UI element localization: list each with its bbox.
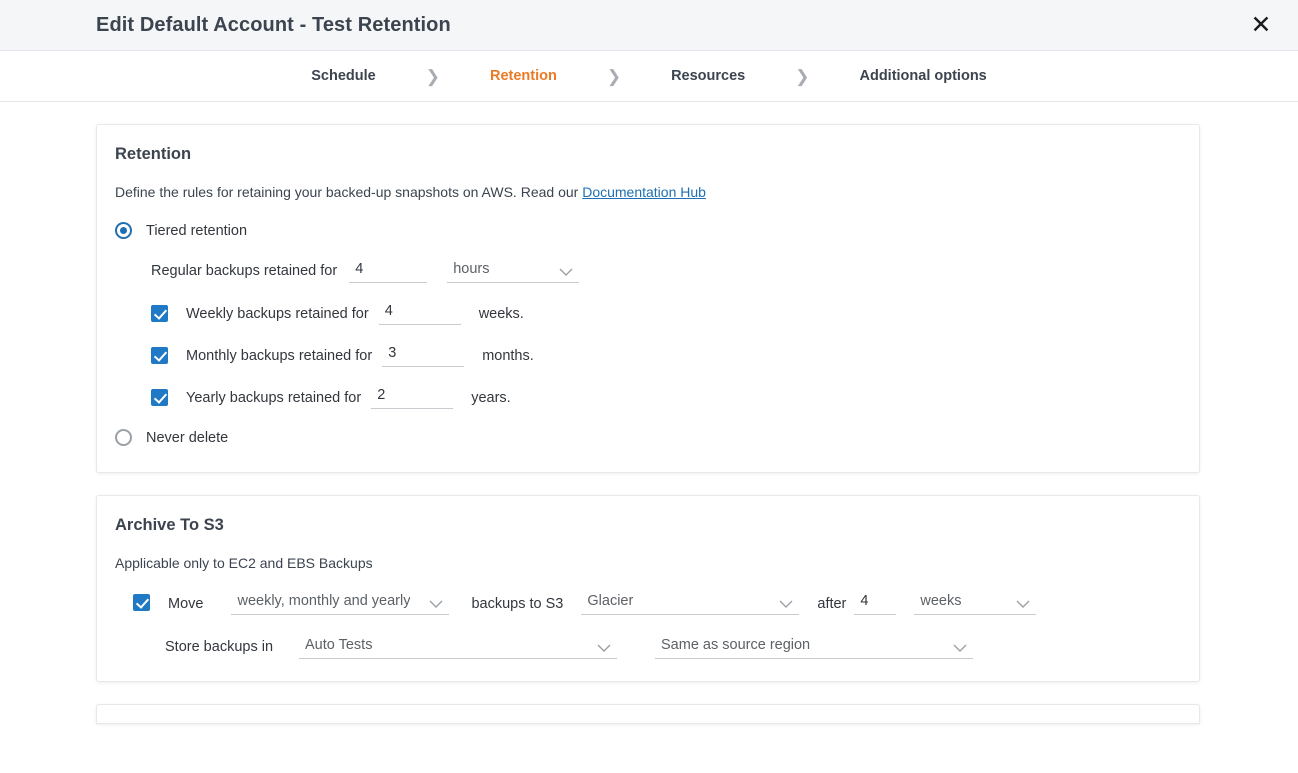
chevron-down-icon <box>779 600 793 609</box>
radio-tiered-retention-icon[interactable] <box>115 222 132 239</box>
tab-additional-options[interactable]: Additional options <box>845 68 1000 84</box>
chevron-right-icon: ❯ <box>606 66 622 86</box>
page-body: Retention Define the rules for retaining… <box>0 102 1298 773</box>
archive-backups-to-s3-label: backups to S3 <box>471 596 564 612</box>
archive-move-row: Move weekly, monthly and yearly backups … <box>115 591 1177 615</box>
archive-store-row: Store backups in Auto Tests Same as sour… <box>115 635 1177 659</box>
regular-backups-unit-select[interactable]: hours <box>447 259 580 283</box>
retention-description: Define the rules for retaining your back… <box>115 184 1177 200</box>
tab-retention[interactable]: Retention <box>476 68 571 84</box>
wizard-breadcrumb: Schedule ❯ Retention ❯ Resources ❯ Addit… <box>0 51 1298 102</box>
regular-backups-unit-value: hours <box>453 261 490 277</box>
archive-description: Applicable only to EC2 and EBS Backups <box>115 555 373 571</box>
archive-move-label: Move <box>168 596 204 612</box>
retention-card: Retention Define the rules for retaining… <box>96 124 1200 473</box>
tab-schedule[interactable]: Schedule <box>297 68 389 84</box>
archive-bucket-select[interactable]: Auto Tests <box>299 635 618 659</box>
yearly-backups-unit: years. <box>471 390 511 406</box>
chevron-down-icon <box>953 644 967 653</box>
monthly-backups-value-input[interactable] <box>382 343 465 367</box>
tab-resources[interactable]: Resources <box>657 68 759 84</box>
monthly-backups-row: Monthly backups retained for months. <box>115 343 1177 367</box>
archive-after-unit-select[interactable]: weeks <box>914 591 1037 615</box>
archive-card: Archive To S3 Applicable only to EC2 and… <box>96 495 1200 682</box>
archive-store-label: Store backups in <box>165 639 274 655</box>
yearly-backups-row: Yearly backups retained for years. <box>115 385 1177 409</box>
never-delete-label: Never delete <box>146 429 229 446</box>
archive-after-unit-value: weeks <box>920 593 962 609</box>
chevron-down-icon <box>559 268 573 277</box>
yearly-backups-value-input[interactable] <box>371 385 454 409</box>
chevron-down-icon <box>429 600 443 609</box>
archive-backup-types-value: weekly, monthly and yearly <box>237 593 411 609</box>
chevron-right-icon: ❯ <box>425 66 440 86</box>
archive-region-value: Same as source region <box>661 637 811 653</box>
documentation-hub-link[interactable]: Documentation Hub <box>582 184 706 200</box>
regular-backups-value-input[interactable] <box>349 259 428 283</box>
archive-storage-class-value: Glacier <box>587 593 634 609</box>
next-section-card <box>96 704 1200 724</box>
modal-header: Edit Default Account - Test Retention ✕ <box>0 0 1298 51</box>
page-title: Edit Default Account - Test Retention <box>96 13 451 36</box>
weekly-backups-row: Weekly backups retained for weeks. <box>115 301 1177 325</box>
weekly-backups-label: Weekly backups retained for <box>186 306 369 322</box>
yearly-backups-checkbox[interactable] <box>151 389 168 406</box>
regular-backups-row: Regular backups retained for hours <box>115 259 1177 283</box>
tiered-retention-label: Tiered retention <box>146 222 248 239</box>
weekly-backups-value-input[interactable] <box>378 301 461 325</box>
weekly-backups-checkbox[interactable] <box>151 305 168 322</box>
archive-region-select[interactable]: Same as source region <box>655 635 974 659</box>
archive-move-checkbox[interactable] <box>133 594 150 611</box>
chevron-down-icon <box>1016 600 1030 609</box>
tiered-retention-option[interactable]: Tiered retention <box>115 222 1177 239</box>
archive-card-title: Archive To S3 <box>115 516 224 534</box>
retention-description-text: Define the rules for retaining your back… <box>115 184 583 200</box>
archive-backup-types-select[interactable]: weekly, monthly and yearly <box>231 591 450 615</box>
retention-card-title: Retention <box>115 145 192 163</box>
yearly-backups-label: Yearly backups retained for <box>186 390 362 406</box>
archive-after-label: after <box>817 596 847 612</box>
archive-bucket-value: Auto Tests <box>305 637 373 653</box>
close-icon[interactable]: ✕ <box>1246 10 1276 40</box>
regular-backups-label: Regular backups retained for <box>151 263 338 279</box>
monthly-backups-unit: months. <box>482 348 534 364</box>
monthly-backups-checkbox[interactable] <box>151 347 168 364</box>
chevron-right-icon: ❯ <box>795 66 810 86</box>
weekly-backups-unit: weeks. <box>478 306 524 322</box>
archive-after-value-input[interactable] <box>854 591 897 615</box>
chevron-down-icon <box>597 644 611 653</box>
never-delete-option[interactable]: Never delete <box>115 429 1177 446</box>
archive-storage-class-select[interactable]: Glacier <box>581 591 800 615</box>
monthly-backups-label: Monthly backups retained for <box>186 348 373 364</box>
radio-never-delete-icon[interactable] <box>115 429 132 446</box>
